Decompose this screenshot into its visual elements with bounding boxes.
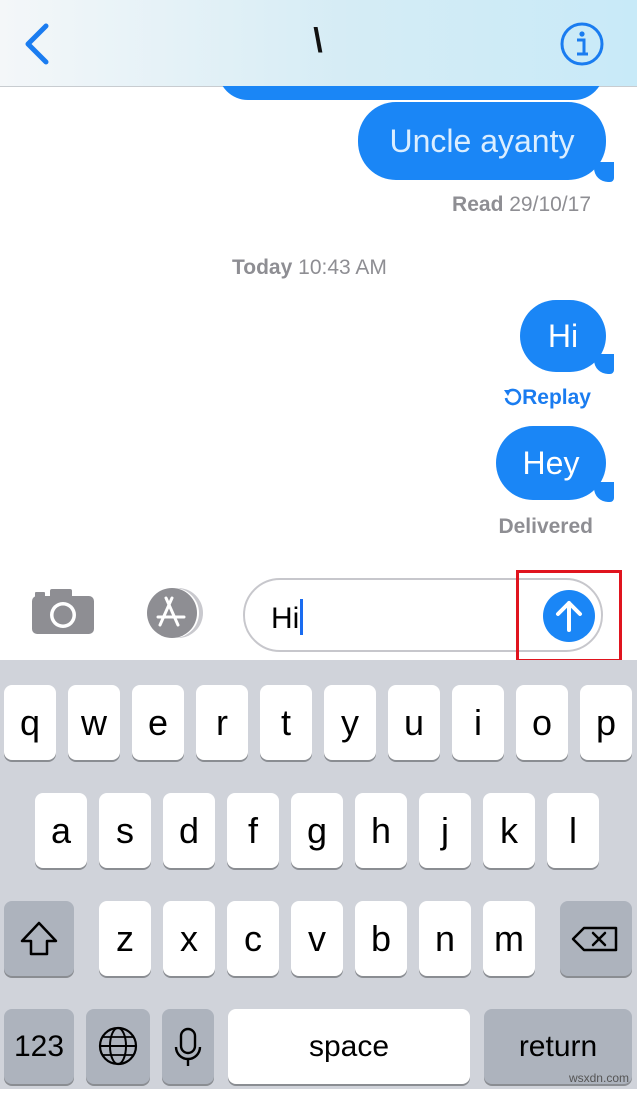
message-list[interactable]: Uncle ayanty Read 29/10/17 Today 10:43 A…	[0, 86, 637, 566]
key-label: d	[178, 810, 200, 851]
key-label: t	[280, 702, 291, 743]
key-label: v	[308, 918, 326, 959]
key-label: w	[81, 702, 107, 743]
key-d[interactable]: d	[163, 793, 215, 868]
key-g[interactable]: g	[291, 793, 343, 868]
message-text: Hey	[522, 445, 580, 481]
key-n[interactable]: n	[419, 901, 471, 976]
key-p[interactable]: p	[580, 685, 632, 760]
key-label: a	[50, 810, 72, 851]
key-label: z	[116, 918, 134, 959]
key-h[interactable]: h	[355, 793, 407, 868]
key-label: s	[116, 810, 134, 851]
contact-name[interactable]: \	[0, 22, 637, 61]
read-receipt: Read 29/10/17	[452, 193, 591, 216]
key-label: c	[244, 918, 262, 959]
key-label: l	[569, 810, 577, 851]
key-y[interactable]: y	[324, 685, 376, 760]
space-key[interactable]: space	[228, 1009, 470, 1084]
key-label: m	[494, 918, 524, 959]
message-bubble-partial[interactable]	[218, 86, 604, 100]
message-text: Hi	[547, 318, 579, 354]
key-l[interactable]: l	[547, 793, 599, 868]
message-bubble-hey[interactable]: Hey	[496, 426, 606, 500]
key-label: y	[341, 702, 359, 743]
globe-icon	[98, 1026, 138, 1066]
camera-icon	[32, 589, 94, 634]
key-label: e	[147, 702, 169, 743]
key-m[interactable]: m	[483, 901, 535, 976]
timestamp-divider: Today 10:43 AM	[232, 256, 387, 279]
key-label: f	[247, 810, 258, 851]
bubble-tail	[594, 354, 614, 374]
key-label: g	[306, 810, 328, 851]
shift-icon	[20, 921, 58, 956]
key-label: r	[216, 702, 228, 743]
key-w[interactable]: w	[68, 685, 120, 760]
typed-text: Hi	[271, 599, 304, 636]
key-label: u	[403, 702, 425, 743]
key-u[interactable]: u	[388, 685, 440, 760]
delivered-status: Delivered	[498, 515, 593, 538]
key-z[interactable]: z	[99, 901, 151, 976]
key-f[interactable]: f	[227, 793, 279, 868]
key-t[interactable]: t	[260, 685, 312, 760]
info-button[interactable]	[558, 20, 606, 68]
key-a[interactable]: a	[35, 793, 87, 868]
message-bubble-outgoing[interactable]: Uncle ayanty	[358, 102, 606, 180]
key-label: b	[370, 918, 392, 959]
backspace-key[interactable]	[560, 901, 632, 976]
keyboard: q w e r t y u i o p a s d f g h j k l z …	[0, 660, 637, 1089]
key-label: space	[308, 1030, 390, 1063]
key-label: o	[531, 702, 553, 743]
key-r[interactable]: r	[196, 685, 248, 760]
backspace-icon	[571, 926, 618, 952]
key-i[interactable]: i	[452, 685, 504, 760]
numbers-key[interactable]: 123	[4, 1009, 74, 1084]
key-label: i	[474, 702, 482, 743]
key-label: k	[500, 810, 518, 851]
key-label: n	[434, 918, 456, 959]
key-o[interactable]: o	[516, 685, 568, 760]
key-label: j	[441, 810, 449, 851]
globe-key[interactable]	[86, 1009, 150, 1084]
key-q[interactable]: q	[4, 685, 56, 760]
message-text: Uncle ayanty	[389, 123, 575, 159]
message-input-bar: Hi	[0, 566, 637, 662]
bubble-tail	[594, 482, 614, 502]
key-label: h	[370, 810, 392, 851]
key-k[interactable]: k	[483, 793, 535, 868]
key-c[interactable]: c	[227, 901, 279, 976]
replay-button[interactable]: Replay	[502, 386, 591, 410]
app-store-icon	[147, 588, 203, 638]
microphone-icon	[174, 1027, 202, 1066]
key-s[interactable]: s	[99, 793, 151, 868]
conversation-header: \	[0, 0, 637, 87]
key-j[interactable]: j	[419, 793, 471, 868]
key-x[interactable]: x	[163, 901, 215, 976]
key-label: p	[595, 702, 617, 743]
replay-icon	[504, 388, 522, 406]
key-b[interactable]: b	[355, 901, 407, 976]
key-label: q	[19, 702, 41, 743]
text-cursor	[300, 599, 304, 635]
watermark: wsxdn.com	[568, 1071, 629, 1085]
info-circle-icon	[560, 22, 604, 66]
shift-key[interactable]	[4, 901, 74, 976]
key-label: 123	[13, 1030, 65, 1063]
bubble-tail	[594, 162, 614, 182]
key-e[interactable]: e	[132, 685, 184, 760]
send-button-highlight	[516, 570, 622, 662]
app-store-button[interactable]	[136, 586, 210, 640]
microphone-key[interactable]	[162, 1009, 214, 1084]
camera-button[interactable]	[30, 586, 96, 636]
key-v[interactable]: v	[291, 901, 343, 976]
key-label: x	[180, 918, 198, 959]
